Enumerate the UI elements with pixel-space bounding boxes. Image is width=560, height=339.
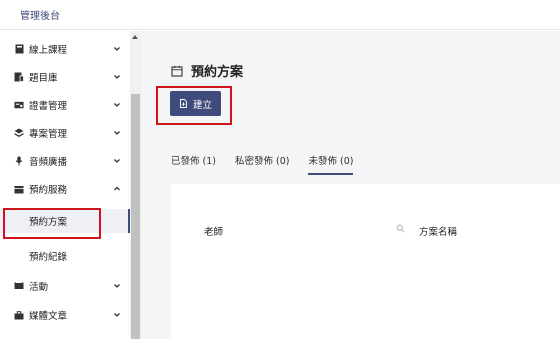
chevron-down-icon xyxy=(114,103,120,107)
sidebar-item-label: 音頻廣播 xyxy=(29,157,68,168)
sidebar-item-label: 預約服務 xyxy=(29,185,68,196)
page-title: 預約方案 xyxy=(171,61,243,80)
sidebar-item-booking-records[interactable]: 預約紀錄 xyxy=(0,244,130,268)
chevron-up-icon xyxy=(114,186,120,191)
status-tabs: 已發佈 (1) 私密發佈 (0) 未發佈 (0) xyxy=(171,153,372,175)
sidebar-item-label: 專案管理 xyxy=(29,129,68,140)
main-content: 預約方案 建立 已發佈 (1) 私密發佈 (0) 未發佈 (0) 老師 方案名稱 xyxy=(141,31,560,339)
sidebar-item-label: 預約紀錄 xyxy=(29,252,68,263)
layers-icon xyxy=(14,128,24,138)
calendar-icon xyxy=(14,184,24,194)
chevron-down-icon xyxy=(114,313,120,317)
question-bank-icon xyxy=(14,72,24,82)
column-header-plan-name: 方案名稱 xyxy=(419,227,458,238)
highlight-box xyxy=(156,86,232,125)
scroll-up-arrow-icon[interactable] xyxy=(132,35,138,39)
highlight-box xyxy=(3,208,101,239)
scrollbar-thumb[interactable] xyxy=(131,94,140,339)
chevron-down-icon xyxy=(114,284,120,288)
app-title[interactable]: 管理後台 xyxy=(20,7,60,22)
chevron-down-icon xyxy=(114,131,120,135)
sidebar-item-audio-broadcast[interactable]: 音頻廣播 xyxy=(0,149,130,173)
tab-unpublished[interactable]: 未發佈 (0) xyxy=(308,153,353,175)
microphone-icon xyxy=(14,156,24,166)
sidebar-item-label: 活動 xyxy=(29,282,49,293)
page-title-text: 預約方案 xyxy=(191,65,244,80)
certificate-icon xyxy=(14,100,24,110)
top-bar: 管理後台 xyxy=(0,0,560,30)
sidebar: 線上課程 題目庫 證書管理 專案管理 音頻廣播 預約服務 預約方案 預約紀錄 活… xyxy=(0,31,130,339)
sidebar-item-media-articles[interactable]: 媒體文章 xyxy=(0,303,130,327)
sidebar-item-events[interactable]: 活動 xyxy=(0,274,130,298)
book-icon xyxy=(14,44,24,54)
plans-table: 老師 方案名稱 xyxy=(171,184,560,339)
chevron-down-icon xyxy=(114,75,120,79)
sidebar-item-label: 證書管理 xyxy=(29,101,68,112)
sidebar-item-label: 媒體文章 xyxy=(29,311,68,322)
sidebar-scrollbar[interactable] xyxy=(130,31,141,339)
tab-private-published[interactable]: 私密發佈 (0) xyxy=(235,153,289,175)
tab-published[interactable]: 已發佈 (1) xyxy=(171,153,216,175)
sidebar-item-label: 題目庫 xyxy=(29,73,58,84)
sidebar-item-label: 線上課程 xyxy=(29,45,68,56)
sidebar-item-online-courses[interactable]: 線上課程 xyxy=(0,37,130,61)
sidebar-item-certificates[interactable]: 證書管理 xyxy=(0,93,130,117)
chevron-down-icon xyxy=(114,47,120,51)
sidebar-item-projects[interactable]: 專案管理 xyxy=(0,121,130,145)
search-icon[interactable] xyxy=(396,224,405,233)
sidebar-item-question-bank[interactable]: 題目庫 xyxy=(0,65,130,89)
chevron-down-icon xyxy=(114,159,120,163)
calendar-icon xyxy=(171,65,183,77)
sidebar-item-booking-services[interactable]: 預約服務 xyxy=(0,177,130,201)
ticket-icon xyxy=(14,281,24,291)
column-header-teacher: 老師 xyxy=(204,227,224,238)
briefcase-icon xyxy=(14,310,24,320)
